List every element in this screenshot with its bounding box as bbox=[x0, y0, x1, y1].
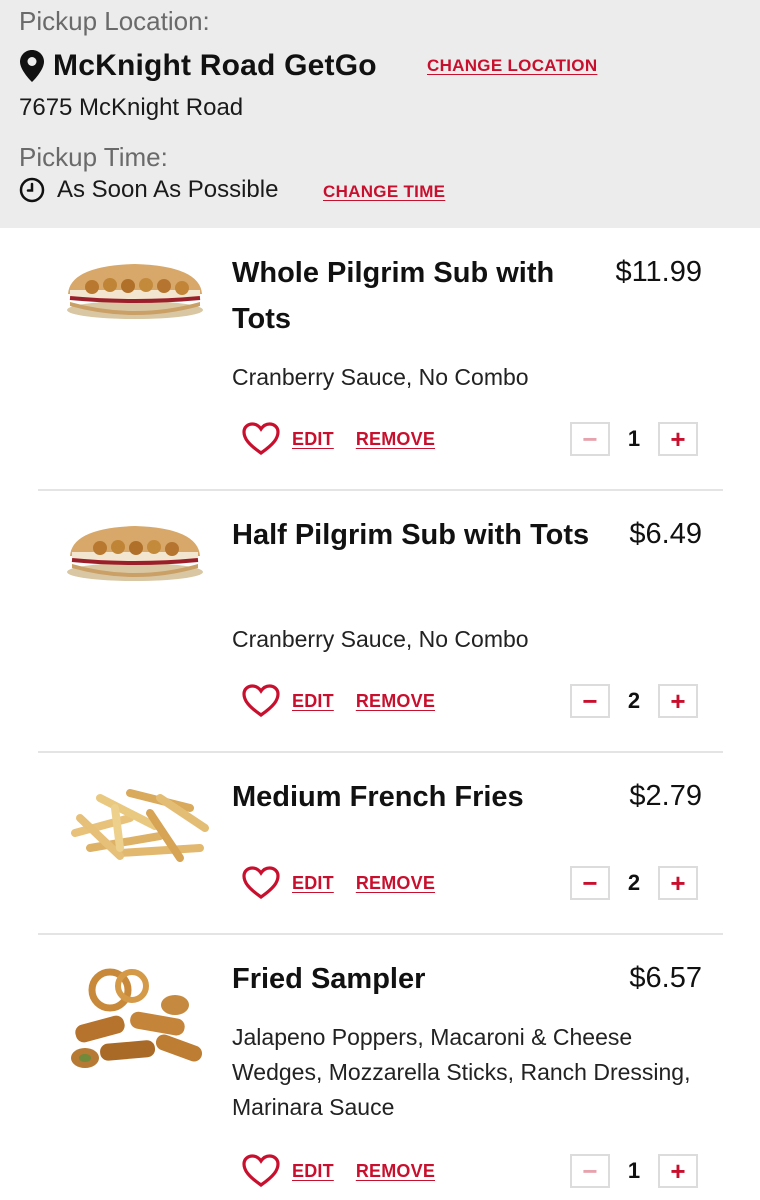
item-name[interactable]: Whole Pilgrim Sub with Tots bbox=[232, 250, 602, 342]
item-actions: EDIT REMOVE bbox=[242, 1154, 457, 1188]
change-time-link[interactable]: CHANGE TIME bbox=[323, 182, 445, 202]
increase-quantity-button[interactable]: + bbox=[658, 422, 698, 456]
quantity-value: 1 bbox=[627, 426, 641, 451]
quantity-stepper: − 2 + bbox=[570, 866, 698, 900]
item-price: $6.57 bbox=[629, 962, 702, 994]
cart-item: Whole Pilgrim Sub with Tots $11.99 Cranb… bbox=[0, 228, 760, 490]
remove-link[interactable]: REMOVE bbox=[356, 429, 435, 450]
half-sub-image bbox=[67, 526, 203, 581]
edit-link[interactable]: EDIT bbox=[292, 873, 334, 894]
quantity-value: 2 bbox=[627, 870, 641, 895]
item-actions: EDIT REMOVE bbox=[242, 684, 457, 718]
increase-quantity-button[interactable]: + bbox=[658, 684, 698, 718]
pickup-time-value: As Soon As Possible bbox=[57, 176, 279, 203]
favorite-heart-icon[interactable] bbox=[242, 684, 280, 718]
time-row: As Soon As Possible bbox=[19, 176, 278, 204]
edit-link[interactable]: EDIT bbox=[292, 1161, 334, 1182]
decrease-quantity-button[interactable]: − bbox=[570, 1154, 610, 1188]
item-name[interactable]: Fried Sampler bbox=[232, 956, 602, 1002]
quantity-value: 2 bbox=[627, 688, 641, 713]
cart-item: Medium French Fries $2.79 EDIT REMOVE − … bbox=[0, 752, 760, 934]
favorite-heart-icon[interactable] bbox=[242, 866, 280, 900]
whole-sub-image bbox=[67, 264, 203, 319]
item-name[interactable]: Medium French Fries bbox=[232, 774, 602, 820]
decrease-quantity-button[interactable]: − bbox=[570, 684, 610, 718]
item-modifiers: Cranberry Sauce, No Combo bbox=[232, 626, 529, 652]
increase-quantity-button[interactable]: + bbox=[658, 1154, 698, 1188]
fries-image bbox=[71, 789, 209, 862]
quantity-stepper: − 1 + bbox=[570, 422, 698, 456]
item-actions: EDIT REMOVE bbox=[242, 866, 457, 900]
pickup-time-label: Pickup Time: bbox=[19, 142, 168, 172]
quantity-stepper: − 1 + bbox=[570, 1154, 698, 1188]
clock-icon bbox=[19, 177, 45, 203]
pickup-header: Pickup Location: McKnight Road GetGo CHA… bbox=[0, 0, 760, 228]
remove-link[interactable]: REMOVE bbox=[356, 691, 435, 712]
item-modifiers: Jalapeno Poppers, Macaroni & Cheese Wedg… bbox=[232, 1024, 691, 1120]
quantity-stepper: − 2 + bbox=[570, 684, 698, 718]
cart-item: Half Pilgrim Sub with Tots $6.49 Cranber… bbox=[0, 490, 760, 752]
item-name[interactable]: Half Pilgrim Sub with Tots bbox=[232, 512, 602, 558]
decrease-quantity-button[interactable]: − bbox=[570, 422, 610, 456]
item-price: $2.79 bbox=[629, 780, 702, 812]
decrease-quantity-button[interactable]: − bbox=[570, 866, 610, 900]
item-price: $6.49 bbox=[629, 518, 702, 550]
item-actions: EDIT REMOVE bbox=[242, 422, 457, 456]
item-modifiers: Cranberry Sauce, No Combo bbox=[232, 364, 529, 390]
store-address: 7675 McKnight Road bbox=[19, 94, 244, 121]
favorite-heart-icon[interactable] bbox=[242, 1154, 280, 1188]
store-row: McKnight Road GetGo bbox=[19, 44, 377, 88]
edit-link[interactable]: EDIT bbox=[292, 691, 334, 712]
increase-quantity-button[interactable]: + bbox=[658, 866, 698, 900]
remove-link[interactable]: REMOVE bbox=[356, 1161, 435, 1182]
store-name: McKnight Road GetGo bbox=[53, 49, 377, 82]
location-pin-icon bbox=[20, 50, 44, 82]
favorite-heart-icon[interactable] bbox=[242, 422, 280, 456]
cart-item: Fried Sampler $6.57 Jalapeno Poppers, Ma… bbox=[0, 934, 760, 1200]
sampler-image bbox=[71, 968, 203, 1068]
pickup-location-label: Pickup Location: bbox=[19, 6, 210, 36]
item-price: $11.99 bbox=[615, 256, 702, 288]
remove-link[interactable]: REMOVE bbox=[356, 873, 435, 894]
edit-link[interactable]: EDIT bbox=[292, 429, 334, 450]
change-location-link[interactable]: CHANGE LOCATION bbox=[427, 56, 597, 76]
quantity-value: 1 bbox=[627, 1158, 641, 1183]
